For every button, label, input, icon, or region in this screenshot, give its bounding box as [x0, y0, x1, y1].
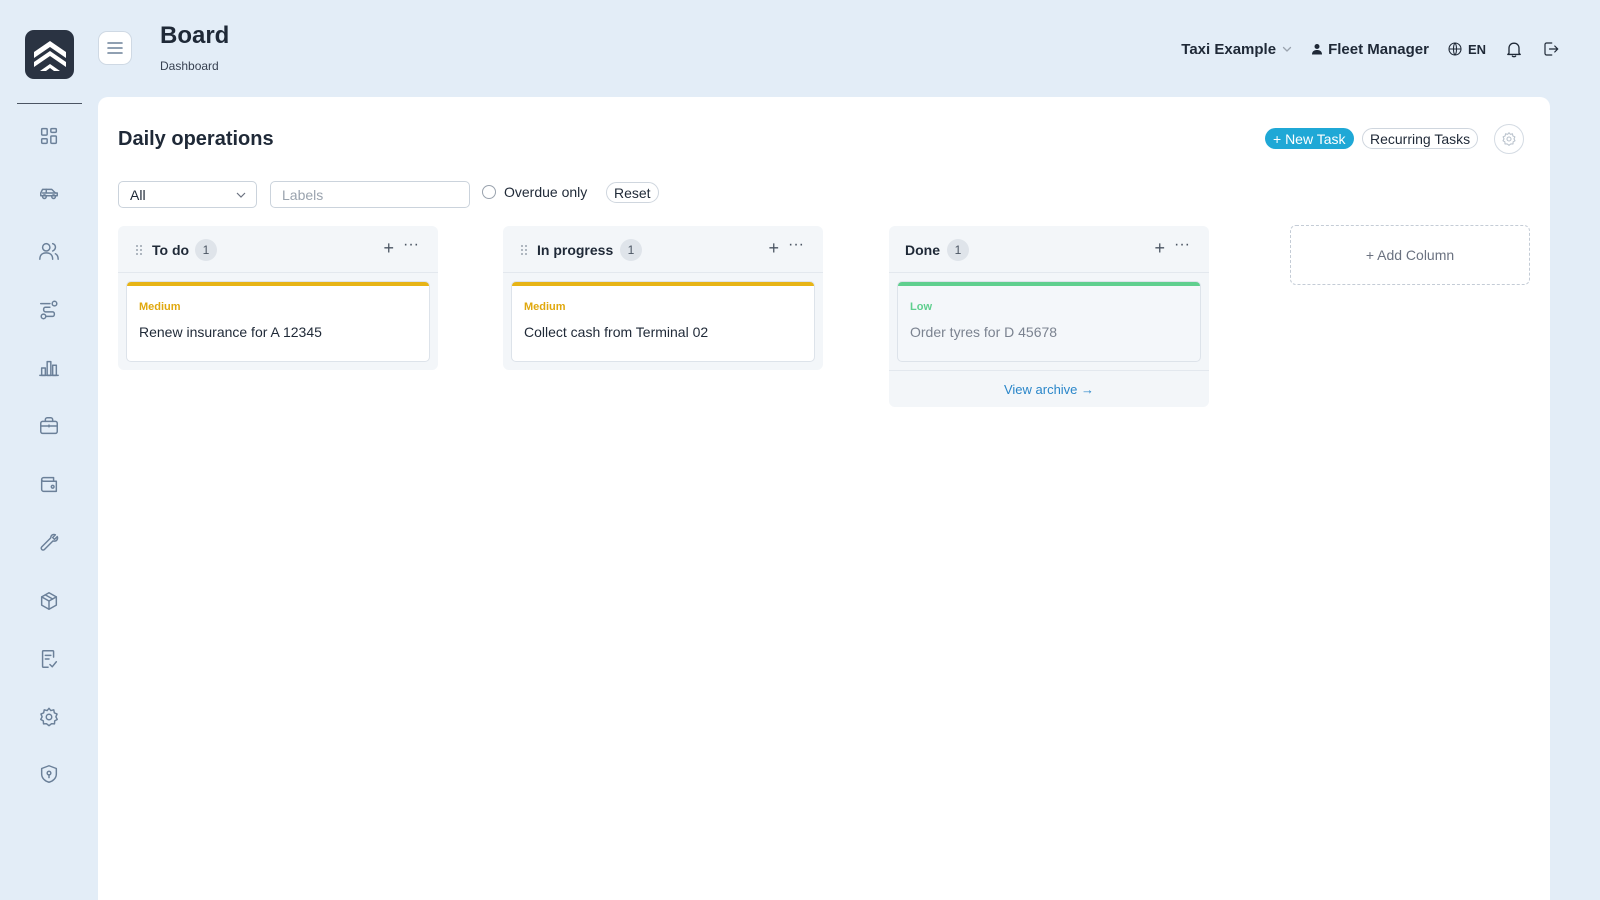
column-title: In progress [537, 242, 614, 258]
grid-icon [40, 127, 58, 145]
priority-stripe [898, 282, 1200, 286]
column-header: To do 1 + ··· [118, 226, 438, 273]
card-title: Renew insurance for A 12345 [139, 324, 322, 340]
sidebar-item-jobs[interactable] [34, 411, 64, 441]
column-count-badge: 1 [620, 239, 642, 261]
new-task-button[interactable]: + New Task [1265, 128, 1354, 149]
card-title: Collect cash from Terminal 02 [524, 324, 709, 340]
checklist-icon [41, 650, 58, 668]
box-icon [40, 592, 58, 610]
column-count-badge: 1 [947, 239, 969, 261]
column-done: Done 1 + ··· Low Order tyres for D 45678… [889, 226, 1209, 407]
language-selector[interactable]: EN [1447, 41, 1486, 57]
page-title: Board [160, 22, 230, 49]
column-count-badge: 1 [195, 239, 217, 261]
sidebar-item-reports[interactable] [34, 353, 64, 383]
car-icon [40, 188, 58, 200]
language-code: EN [1467, 41, 1486, 57]
user-menu[interactable]: Fleet Manager [1311, 41, 1429, 58]
board-title: Daily operations [118, 128, 274, 150]
column-menu-button[interactable]: ··· [403, 236, 419, 254]
menu-toggle-button[interactable] [98, 31, 132, 65]
column-title: To do [152, 242, 190, 258]
priority-stripe [127, 282, 429, 286]
sidebar-item-vehicles[interactable] [34, 178, 64, 208]
chevron-down-icon [236, 192, 246, 198]
priority-label: Low [910, 301, 932, 313]
logout-icon [1544, 42, 1559, 56]
chevron-down-icon [1282, 46, 1292, 52]
shield-icon [40, 765, 58, 783]
column-title: Done [905, 242, 940, 258]
priority-label: Medium [139, 301, 181, 313]
priority-stripe [512, 282, 814, 286]
board-panel: Daily operations + New Task Recurring Ta… [98, 97, 1550, 900]
sidebar-item-dashboard[interactable] [34, 121, 64, 151]
breadcrumb[interactable]: Dashboard [160, 59, 219, 73]
overdue-label: Overdue only [504, 184, 588, 200]
view-archive-link[interactable]: View archive → [889, 370, 1209, 407]
bell-icon [1507, 42, 1521, 58]
recurring-tasks-button[interactable]: Recurring Tasks [1362, 128, 1479, 149]
sidebar-divider [17, 103, 82, 104]
route-icon [40, 300, 58, 320]
task-card[interactable]: Medium Collect cash from Terminal 02 [511, 281, 815, 362]
column-menu-button[interactable]: ··· [788, 236, 804, 254]
sidebar-item-security[interactable] [34, 759, 64, 789]
reset-filters-button[interactable]: Reset [606, 182, 659, 203]
sidebar-item-checklists[interactable] [34, 644, 64, 674]
card-title: Order tyres for D 45678 [910, 324, 1058, 340]
app-logo[interactable] [25, 30, 74, 79]
column-header: In progress 1 + ··· [503, 226, 823, 273]
gear-icon [1502, 132, 1516, 146]
task-card[interactable]: Low Order tyres for D 45678 [897, 281, 1201, 362]
user-name: Fleet Manager [1328, 40, 1429, 58]
add-card-button[interactable]: + [383, 238, 394, 259]
sidebar-item-maintenance[interactable] [34, 528, 64, 558]
filter-selected-value: All [130, 186, 146, 203]
wallet-icon [40, 476, 58, 493]
hamburger-icon [107, 42, 123, 54]
overdue-radio[interactable] [482, 185, 496, 199]
bar-chart-icon [39, 360, 59, 377]
logout-button[interactable] [1542, 40, 1560, 58]
wrench-icon [40, 533, 59, 551]
top-bar: Taxi Example Fleet Manager EN [1181, 38, 1560, 60]
sidebar-item-settings[interactable] [34, 702, 64, 732]
logo-icon [33, 40, 66, 71]
briefcase-icon [40, 417, 58, 435]
sidebar-item-inventory[interactable] [34, 586, 64, 616]
notifications-button[interactable] [1504, 39, 1524, 59]
users-icon [39, 242, 59, 260]
user-icon [1312, 44, 1323, 55]
column-to-do: To do 1 + ··· Medium Renew insurance for… [118, 226, 438, 370]
add-card-button[interactable]: + [768, 238, 779, 259]
overdue-only-toggle[interactable]: Overdue only [482, 184, 587, 200]
sidebar-item-drivers[interactable] [34, 236, 64, 266]
add-column-button[interactable]: + Add Column [1290, 225, 1530, 285]
globe-icon [1448, 42, 1462, 56]
board-settings-button[interactable] [1494, 124, 1524, 154]
column-in-progress: In progress 1 + ··· Medium Collect cash … [503, 226, 823, 370]
add-card-button[interactable]: + [1154, 238, 1165, 259]
column-menu-button[interactable]: ··· [1174, 236, 1190, 254]
labels-filter-input[interactable] [270, 181, 470, 208]
task-card[interactable]: Medium Renew insurance for A 12345 [126, 281, 430, 362]
assignee-filter-select[interactable]: All [118, 181, 257, 208]
priority-label: Medium [524, 301, 566, 313]
column-header: Done 1 + ··· [889, 226, 1209, 273]
gear-icon [40, 707, 58, 727]
sidebar [0, 0, 98, 900]
sidebar-item-wallet[interactable] [34, 469, 64, 499]
company-selector[interactable]: Taxi Example [1181, 41, 1293, 58]
drag-handle-icon[interactable] [135, 244, 143, 256]
company-name: Taxi Example [1181, 40, 1277, 58]
sidebar-item-routes[interactable] [34, 295, 64, 325]
drag-handle-icon[interactable] [520, 244, 528, 256]
